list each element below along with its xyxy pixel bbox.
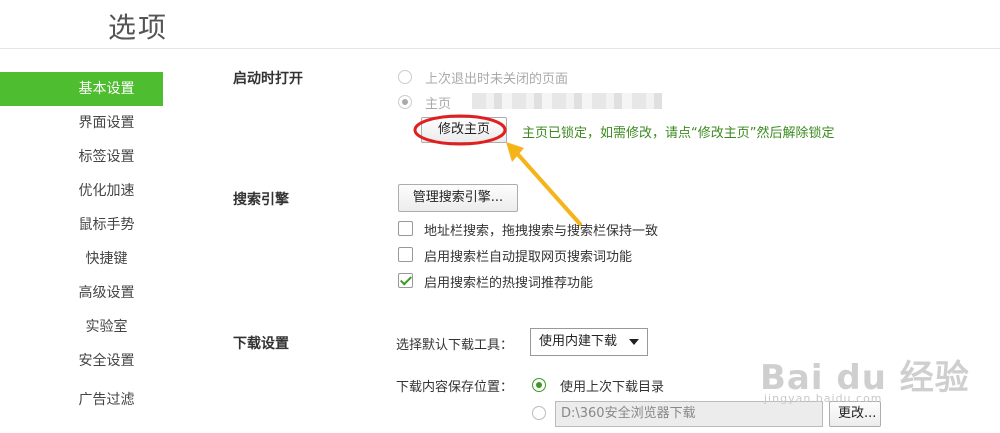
download-tool-value: 使用内建下载 [539,334,618,349]
sidebar-item-advanced[interactable]: 高级设置 [0,276,163,310]
default-download-tool-label: 选择默认下载工具： [396,338,514,353]
search-section-label: 搜索引擎 [233,192,289,208]
sidebar-item-basic[interactable]: 基本设置 [0,72,163,106]
sidebar-item-tabs[interactable]: 标签设置 [0,140,163,174]
download-tool-select[interactable]: 使用内建下载 [530,328,648,356]
radio-use-last-dir[interactable] [532,378,546,392]
checkbox-hot-search[interactable] [398,273,413,288]
checkbox-search-sync[interactable] [398,221,413,236]
checkbox-search-extract[interactable] [398,247,413,262]
sidebar-item-security[interactable]: 安全设置 [0,344,163,378]
search-sync-label: 地址栏搜索，拖拽搜索与搜索栏保持一致 [424,224,659,239]
chevron-down-icon [629,339,639,345]
manage-search-engines-button[interactable]: 管理搜索引擎... [398,184,518,212]
last-session-label: 上次退出时未关闭的页面 [425,72,569,87]
homepage-url-blurred [472,93,662,109]
sidebar-item-lab[interactable]: 实验室 [0,310,163,344]
baidu-watermark: Bai du 经验 jingyan.baidu.com [760,350,970,405]
sidebar-item-shortcuts[interactable]: 快捷键 [0,242,163,276]
download-section-label: 下载设置 [233,336,289,352]
change-homepage-button[interactable]: 修改主页 [421,117,507,143]
use-last-dir-label: 使用上次下载目录 [560,380,665,395]
hot-search-label: 启用搜索栏的热搜词推荐功能 [424,276,594,291]
sidebar: 基本设置 界面设置 标签设置 优化加速 鼠标手势 快捷键 高级设置 实验室 安全… [0,72,163,422]
radio-last-session[interactable] [398,70,412,84]
homepage-locked-note: 主页已锁定，如需修改，请点“修改主页”然后解除锁定 [522,126,835,141]
homepage-label: 主页 [425,97,452,112]
sidebar-item-optimize[interactable]: 优化加速 [0,174,163,208]
download-location-label: 下载内容保存位置： [396,380,514,395]
startup-section-label: 启动时打开 [233,71,303,87]
sidebar-item-adblock[interactable]: 广告过滤 [0,378,163,422]
radio-custom-dir[interactable] [532,406,546,420]
page-title: 选项 [108,11,169,44]
sidebar-item-interface[interactable]: 界面设置 [0,106,163,140]
radio-homepage[interactable] [398,95,412,109]
watermark-url: jingyan.baidu.com [764,392,883,405]
sidebar-item-gestures[interactable]: 鼠标手势 [0,208,163,242]
search-extract-label: 启用搜索栏自动提取网页搜索词功能 [424,250,633,265]
header-divider [0,48,1000,49]
